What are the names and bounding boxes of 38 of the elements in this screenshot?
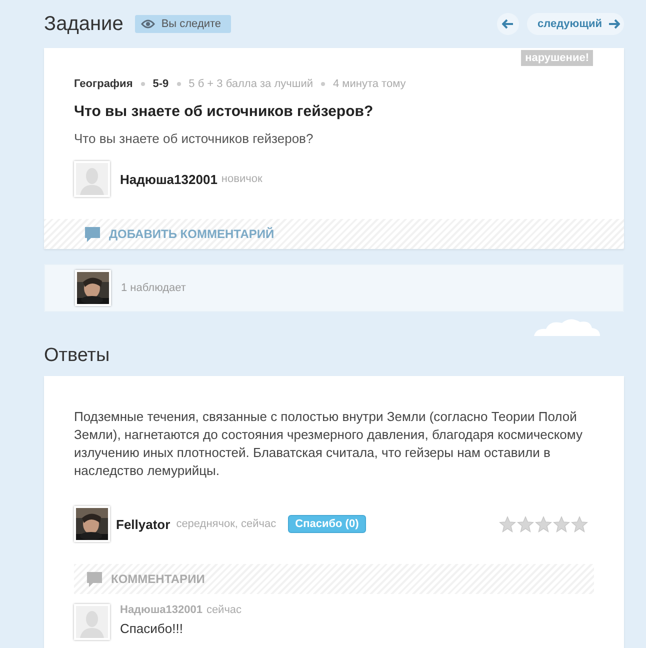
author-meta: середнячок, сейчас <box>176 518 276 530</box>
avatar-placeholder-icon <box>74 161 110 197</box>
author-name[interactable]: Надюша132001 <box>120 172 218 186</box>
author-name[interactable]: Fellyator <box>116 516 170 532</box>
question-text: Что вы знаете об источников гейзеров? <box>74 131 314 146</box>
star-icon[interactable] <box>499 516 516 532</box>
star-icon[interactable] <box>535 516 552 532</box>
add-comment-label: ДОБАВИТЬ КОММЕНТАРИЙ <box>109 227 274 241</box>
comment-icon <box>84 226 101 242</box>
cloud-drawing <box>532 316 602 336</box>
star-icon[interactable] <box>553 516 570 532</box>
avatar-placeholder-icon <box>74 604 110 640</box>
time-label: 4 минута тому <box>333 78 406 90</box>
comment-time: сейчас <box>206 604 242 616</box>
following-badge[interactable]: Вы следите <box>135 15 232 33</box>
comments-heading: КОММЕНТАРИИ <box>111 572 205 586</box>
comment-text: Спасибо!!! <box>120 621 184 636</box>
eye-icon <box>141 19 156 29</box>
author-rank: новичок <box>221 173 262 185</box>
following-label: Вы следите <box>161 18 222 30</box>
next-button[interactable]: следующий <box>527 13 624 35</box>
question-title: Что вы знаете об источников гейзеров? <box>74 103 374 120</box>
answer-text: Подземные течения, связанные с полостью внутри Земли (согласно Теории Полой Земли), нагнетаются до состояния чрезмерного давления, благодаря космическому излучению иных плотностей. Блаватская считала, что гейзеры нам оставили в наследство лемурийцы. <box>74 408 584 480</box>
grade-label: 5-9 <box>152 78 169 90</box>
comment-author[interactable]: Надюша132001 <box>120 604 202 616</box>
star-icon[interactable] <box>571 516 588 532</box>
answers-heading: Ответы <box>44 344 111 368</box>
star-icon[interactable] <box>517 516 534 532</box>
watchers-count: 1 наблюдает <box>121 282 186 294</box>
arrow-left-icon <box>502 19 514 29</box>
points-label: 5 б + 3 балла за лучший <box>188 78 313 90</box>
previous-button[interactable] <box>497 13 520 35</box>
page-title: Задание <box>44 12 124 36</box>
add-comment-bar[interactable]: ДОБАВИТЬ КОММЕНТАРИЙ <box>44 219 624 249</box>
comment-icon <box>86 570 103 588</box>
arrow-right-icon <box>608 19 620 29</box>
thanks-button[interactable]: Спасибо (0) <box>288 515 366 533</box>
subject-label[interactable]: География <box>74 78 133 90</box>
